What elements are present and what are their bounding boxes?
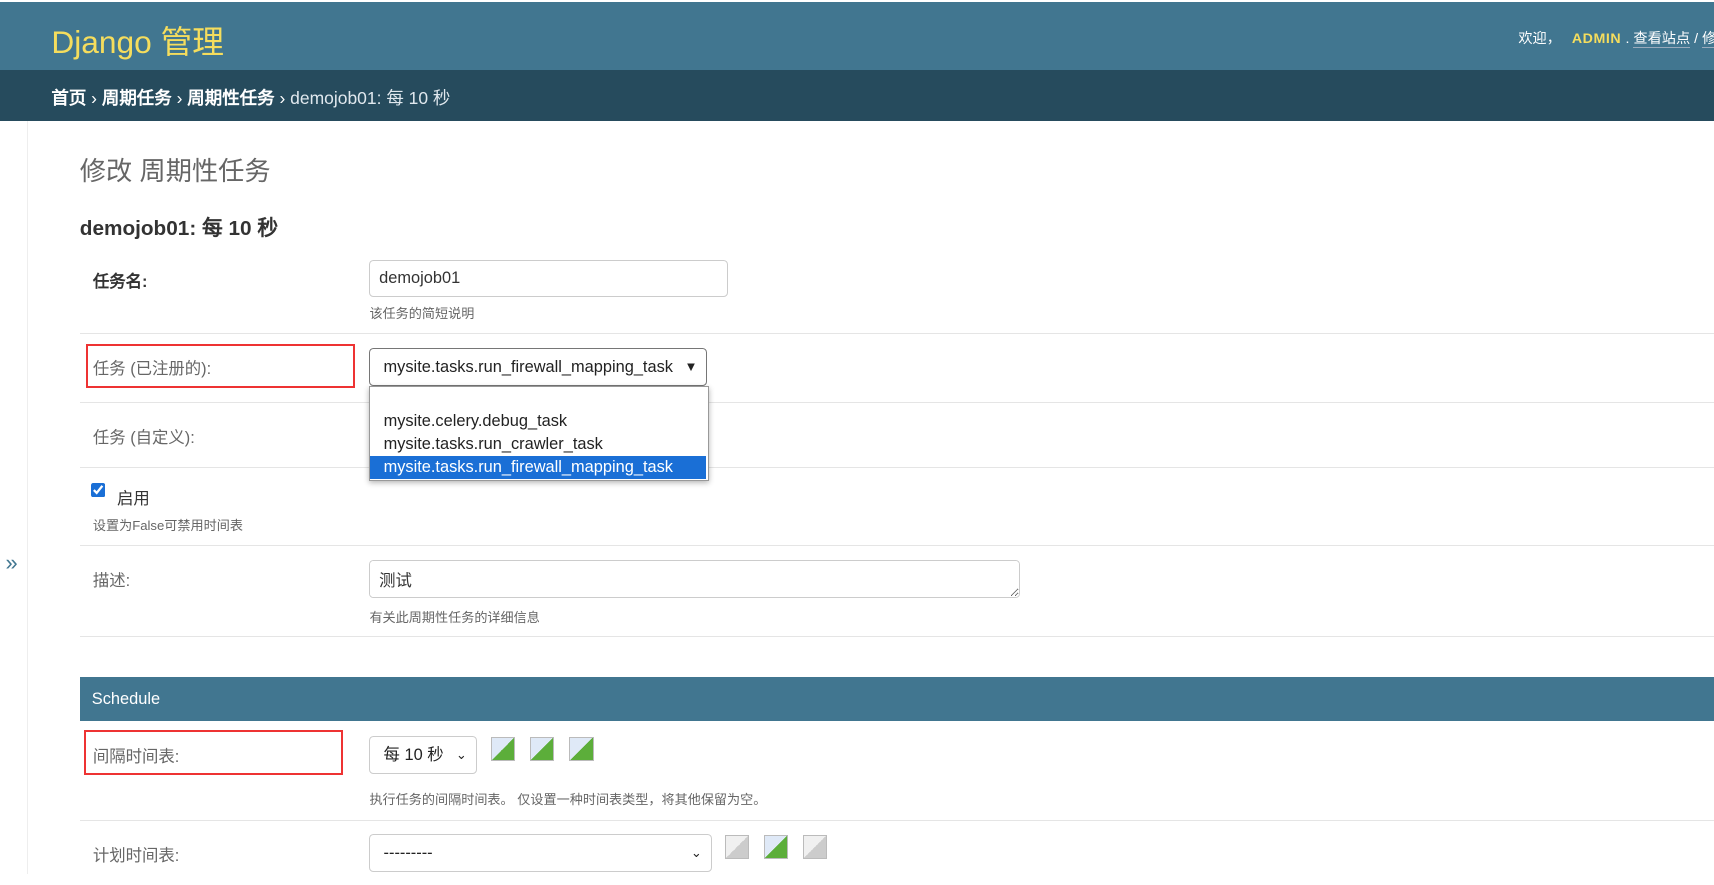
crontab-label: 计划时间表: <box>92 846 180 865</box>
description-label: 描述: <box>92 572 131 591</box>
header: Django 管理 欢迎，ADMIN. 查看站点 / 修 <box>0 2 1714 70</box>
dropdown-option-empty[interactable] <box>370 387 706 410</box>
nav-sidebar-toggle[interactable]: » <box>0 121 29 875</box>
change-password-link[interactable]: 修 <box>1702 31 1714 49</box>
task-select[interactable]: mysite.tasks.run_firewall_mapping_task ▼ <box>369 347 708 386</box>
breadcrumb-model[interactable]: 周期性任务 <box>187 88 274 108</box>
breadcrumb: 首页 › 周期任务 › 周期性任务 › demojob01: 每 10 秒 <box>0 69 1714 122</box>
description-textarea[interactable]: 测试 <box>369 559 1020 598</box>
chevron-down-icon: ▼ <box>684 358 698 374</box>
name-input[interactable] <box>369 260 728 298</box>
object-title: demojob01: 每 10 秒 <box>79 216 279 240</box>
breadcrumb-app[interactable]: 周期任务 <box>102 88 172 108</box>
field-row-description: 描述: 测试 有关此周期性任务的详细信息 <box>79 545 1714 638</box>
field-row-enabled: 启用 设置为False可禁用时间表 <box>79 467 1714 547</box>
dropdown-option[interactable]: mysite.celery.debug_task <box>370 410 706 433</box>
user-tools: 欢迎，ADMIN. 查看站点 / 修 <box>1518 28 1714 49</box>
breadcrumb-current: demojob01: 每 10 秒 <box>290 88 451 109</box>
breadcrumb-sep: › <box>176 88 183 109</box>
add-interval-icon[interactable] <box>530 736 555 761</box>
task-custom-label: 任务 (自定义): <box>92 429 195 448</box>
page-title: 修改 周期性任务 <box>79 155 271 186</box>
field-row-crontab: 计划时间表: --------- ⌄ <box>80 820 1714 885</box>
dropdown-option[interactable]: mysite.tasks.run_crawler_task <box>370 433 706 456</box>
highlight-box <box>84 730 343 775</box>
view-site-link[interactable]: 查看站点 <box>1633 31 1691 49</box>
view-interval-icon[interactable] <box>569 736 594 761</box>
welcome-text: 欢迎， <box>1518 31 1561 48</box>
breadcrumb-sep: › <box>91 88 97 109</box>
highlight-box <box>86 344 355 388</box>
name-label: 任务名: <box>92 272 148 291</box>
schedule-fieldset-header: Schedule <box>79 676 1714 722</box>
breadcrumb-home[interactable]: 首页 <box>51 88 86 108</box>
enabled-help: 设置为False可禁用时间表 <box>92 517 243 533</box>
site-brand[interactable]: Django 管理 <box>51 17 224 63</box>
field-row-name: 任务名: 该任务的简短说明 <box>79 249 1714 335</box>
crontab-select-value: --------- <box>383 844 433 863</box>
description-help: 有关此周期性任务的详细信息 <box>369 609 540 625</box>
enabled-checkbox[interactable] <box>90 483 106 499</box>
separator: / <box>1694 31 1699 48</box>
expand-icon[interactable]: » <box>5 550 17 576</box>
task-dropdown-list[interactable]: mysite.celery.debug_task mysite.tasks.ru… <box>369 385 710 481</box>
breadcrumb-sep: › <box>279 88 286 109</box>
enabled-label: 启用 <box>116 490 150 509</box>
interval-select-value: 每 10 秒 <box>383 745 444 764</box>
view-crontab-icon[interactable] <box>803 835 828 860</box>
dropdown-option-selected[interactable]: mysite.tasks.run_firewall_mapping_task <box>370 455 707 479</box>
chevron-down-icon: ⌄ <box>455 746 467 762</box>
add-crontab-icon[interactable] <box>764 835 789 860</box>
crontab-select[interactable]: --------- ⌄ <box>369 834 712 873</box>
task-select-value: mysite.tasks.run_firewall_mapping_task <box>383 357 673 376</box>
interval-help: 执行任务的间隔时间表。 仅设置一种时间表类型，将其他保留为空。 <box>369 792 767 808</box>
chevron-down-icon: ⌄ <box>690 845 702 861</box>
username: ADMIN <box>1571 31 1622 48</box>
change-interval-icon[interactable] <box>490 736 515 761</box>
interval-select[interactable]: 每 10 秒 ⌄ <box>369 735 477 774</box>
schedule-title: Schedule <box>91 689 161 708</box>
change-crontab-icon[interactable] <box>724 835 749 860</box>
name-help: 该任务的简短说明 <box>369 305 475 321</box>
field-row-task-custom: 任务 (自定义): <box>79 402 1714 468</box>
